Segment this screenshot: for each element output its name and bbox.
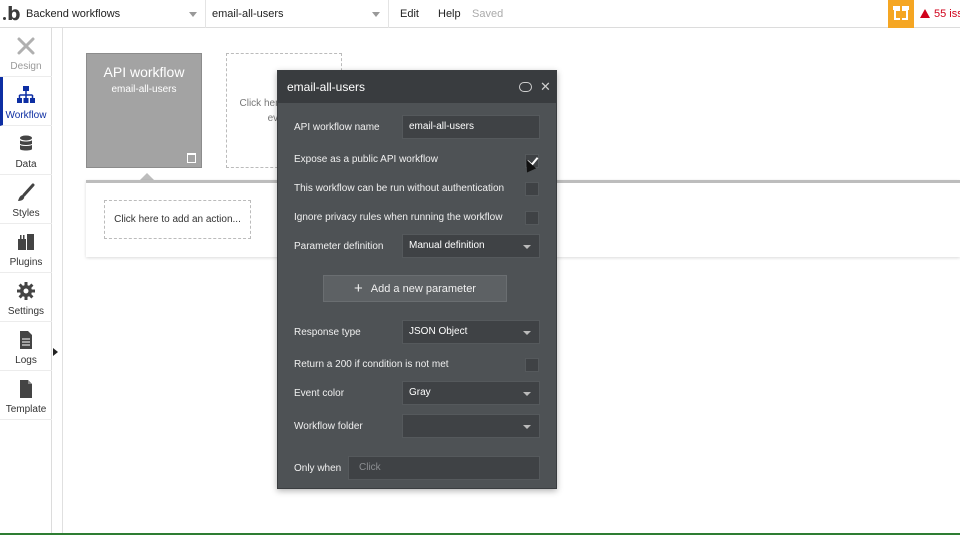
sidebar-item-styles[interactable]: Styles (0, 175, 52, 224)
sidebar-item-logs[interactable]: Logs (0, 322, 52, 371)
add-parameter-button[interactable]: + Add a new parameter (323, 275, 507, 302)
design-icon (17, 37, 35, 55)
expose-api-label: Expose as a public API workflow (294, 154, 438, 165)
sidebar-item-label: Design (10, 61, 42, 72)
sidebar-item-label: Data (15, 159, 37, 170)
parameter-definition-dropdown[interactable]: Manual definition (402, 234, 540, 258)
sidebar-item-label: Template (5, 404, 47, 415)
parameter-definition-value: Manual definition (409, 240, 485, 251)
sidebar-item-design[interactable]: Design (0, 28, 52, 77)
return-200-checkbox[interactable] (525, 358, 539, 372)
parameter-definition-label: Parameter definition (294, 241, 384, 252)
response-type-label: Response type (294, 327, 361, 338)
sidebar-item-plugins[interactable]: Plugins (0, 224, 52, 273)
event-color-dropdown[interactable]: Gray (402, 381, 540, 405)
page-selector[interactable]: Backend workflows (21, 0, 206, 28)
response-type-value: JSON Object (409, 326, 468, 337)
gift-icon[interactable] (888, 0, 914, 28)
add-action-button[interactable]: Click here to add an action... (104, 200, 251, 239)
event-card-title: API workflow (103, 64, 185, 80)
response-type-dropdown[interactable]: JSON Object (402, 320, 540, 344)
sidebar-item-label: Plugins (9, 257, 43, 268)
chevron-down-icon (189, 12, 197, 17)
only-when-input[interactable]: Click (348, 456, 540, 480)
workflow-selector[interactable]: email-all-users (207, 0, 389, 28)
workflow-selector-value: email-all-users (212, 8, 284, 20)
sidebar-item-label: Styles (12, 208, 40, 219)
no-auth-label: This workflow can be run without authent… (294, 183, 505, 194)
document-icon (20, 331, 32, 349)
trash-icon[interactable] (187, 153, 196, 163)
close-icon[interactable]: ✕ (540, 80, 551, 94)
event-card-subtitle: email-all-users (111, 84, 177, 95)
panel-header: email-all-users ✕ (278, 71, 556, 103)
chevron-down-icon (523, 245, 531, 249)
menu-help[interactable]: Help (438, 0, 461, 28)
no-auth-checkbox[interactable] (525, 182, 539, 196)
property-editor-panel: email-all-users ✕ API workflow name emai… (277, 70, 557, 489)
only-when-label: Only when (294, 463, 342, 474)
event-color-value: Gray (409, 387, 431, 398)
gear-icon (17, 282, 35, 300)
template-icon (20, 380, 32, 398)
sidebar-item-template[interactable]: Template (0, 371, 52, 420)
sidebar-item-label: Settings (7, 306, 45, 317)
top-bar: b Backend workflows email-all-users Edit… (0, 0, 960, 28)
workflow-icon (17, 86, 35, 103)
left-sidebar: Design Workflow Data Styles Plugins Sett… (0, 28, 52, 535)
sidebar-item-settings[interactable]: Settings (0, 273, 52, 322)
ignore-privacy-checkbox[interactable] (525, 211, 539, 225)
warning-icon (920, 9, 930, 18)
sidebar-item-label: Logs (15, 355, 37, 366)
database-icon (19, 135, 33, 151)
sidebar-item-label: Workflow (5, 110, 47, 121)
return-200-label: Return a 200 if condition is not met (294, 359, 449, 370)
bubble-logo[interactable]: b (2, 3, 22, 25)
workflow-folder-dropdown[interactable] (402, 414, 540, 438)
issues-count: 55 iss (934, 8, 960, 20)
comment-icon[interactable] (519, 82, 532, 92)
issues-indicator[interactable]: 55 iss (920, 0, 960, 28)
plugin-icon (18, 234, 34, 250)
menu-edit[interactable]: Edit (400, 0, 419, 28)
api-workflow-event-card[interactable]: API workflow email-all-users (86, 53, 202, 168)
save-status: Saved (472, 8, 504, 20)
chevron-down-icon (523, 392, 531, 396)
workflow-name-label: API workflow name (294, 122, 380, 133)
brush-icon (18, 183, 35, 201)
workflow-name-input[interactable]: email-all-users (402, 115, 540, 139)
workflow-folder-label: Workflow folder (294, 421, 363, 432)
plus-icon: + (354, 280, 363, 297)
panel-title: email-all-users (287, 80, 366, 94)
strip-pointer (140, 173, 154, 180)
sidebar-item-data[interactable]: Data (0, 126, 52, 175)
ignore-privacy-label: Ignore privacy rules when running the wo… (294, 212, 503, 223)
page-selector-value: Backend workflows (26, 8, 121, 20)
chevron-down-icon (523, 425, 531, 429)
chevron-down-icon (372, 12, 380, 17)
chevron-down-icon (523, 331, 531, 335)
event-color-label: Event color (294, 388, 345, 399)
sidebar-expand-icon[interactable] (53, 348, 58, 356)
add-parameter-label: Add a new parameter (370, 283, 476, 295)
sidebar-item-workflow[interactable]: Workflow (0, 77, 52, 126)
